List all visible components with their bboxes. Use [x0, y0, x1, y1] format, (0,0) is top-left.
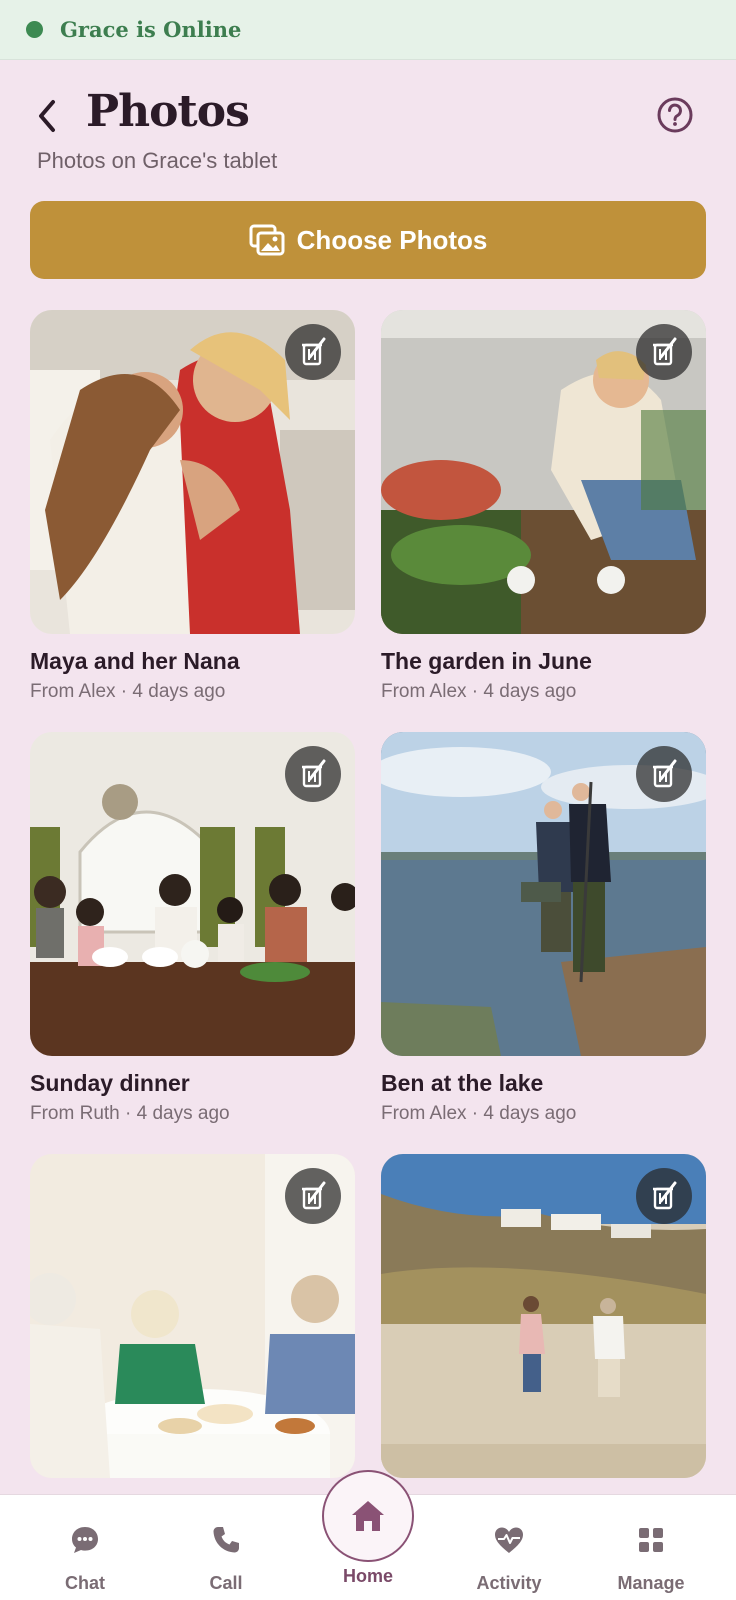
photo-card[interactable]: [381, 1154, 706, 1478]
photo-card[interactable]: [30, 1154, 355, 1478]
choose-photos-label: Choose Photos: [296, 224, 488, 255]
photo-thumbnail[interactable]: [381, 310, 706, 634]
photo-thumbnail[interactable]: [30, 732, 355, 1056]
edit-delete-button[interactable]: [636, 324, 692, 380]
nav-label: Manage: [617, 1573, 685, 1593]
photo-thumbnail[interactable]: [381, 1154, 706, 1478]
image-gallery-icon: [249, 224, 285, 256]
online-indicator: [26, 21, 43, 38]
edit-delete-icon: [653, 337, 677, 366]
photo-meta: From Alex · 4 days ago: [381, 681, 577, 702]
photo-thumbnail[interactable]: [381, 732, 706, 1056]
choose-photos-button[interactable]: Choose Photos: [30, 201, 706, 279]
nav-item-activity[interactable]: Activity: [449, 1495, 569, 1600]
edit-delete-icon: [653, 1181, 677, 1210]
edit-delete-icon: [302, 759, 326, 788]
photo-title: Sunday dinner: [30, 1070, 190, 1096]
edit-delete-button[interactable]: [636, 746, 692, 802]
chat-bubble-icon: [72, 1527, 98, 1553]
phone-icon: [213, 1527, 239, 1553]
grid-icon: [639, 1528, 663, 1552]
home-icon: [352, 1501, 384, 1531]
edit-delete-button[interactable]: [285, 746, 341, 802]
edit-delete-button[interactable]: [285, 1168, 341, 1224]
photo-title: The garden in June: [381, 648, 592, 674]
nav-item-call[interactable]: Call: [166, 1495, 286, 1600]
chevron-left-icon: [39, 100, 55, 132]
edit-delete-button[interactable]: [636, 1168, 692, 1224]
photo-card[interactable]: Maya and her Nana From Alex · 4 days ago: [30, 310, 355, 703]
photo-meta: From Alex · 4 days ago: [30, 681, 226, 702]
photo-thumbnail[interactable]: [30, 310, 355, 634]
page-subtitle: Photos on Grace's tablet: [37, 148, 278, 173]
status-bar: Grace is Online: [0, 0, 736, 60]
photo-title: Maya and her Nana: [30, 648, 240, 674]
edit-delete-button[interactable]: [285, 324, 341, 380]
back-button[interactable]: [32, 96, 62, 136]
edit-delete-icon: [302, 337, 326, 366]
heart-pulse-icon: [495, 1527, 523, 1553]
help-button[interactable]: [656, 96, 694, 134]
help-circle-icon: [657, 97, 693, 133]
photo-meta: From Alex · 4 days ago: [381, 1103, 577, 1124]
photo-card[interactable]: Ben at the lake From Alex · 4 days ago: [381, 732, 706, 1125]
nav-label: Chat: [65, 1573, 105, 1593]
photo-card[interactable]: The garden in June From Alex · 4 days ag…: [381, 310, 706, 703]
nav-label: Activity: [476, 1573, 542, 1593]
nav-label: Call: [209, 1573, 243, 1593]
photo-thumbnail[interactable]: [30, 1154, 355, 1478]
nav-label: Home: [342, 1566, 393, 1586]
photo-meta: From Ruth · 4 days ago: [30, 1103, 230, 1124]
photo-title: Ben at the lake: [381, 1070, 544, 1096]
edit-delete-icon: [653, 759, 677, 788]
photo-card[interactable]: Sunday dinner From Ruth · 4 days ago: [30, 732, 355, 1125]
edit-delete-icon: [302, 1181, 326, 1210]
page-header: Photos Photos on Grace's tablet: [0, 82, 736, 182]
nav-item-chat[interactable]: Chat: [25, 1495, 145, 1600]
page-title: Photos: [86, 86, 250, 137]
status-text: Grace is Online: [60, 17, 242, 42]
nav-item-manage[interactable]: Manage: [591, 1495, 711, 1600]
nav-item-home[interactable]: [322, 1470, 414, 1562]
